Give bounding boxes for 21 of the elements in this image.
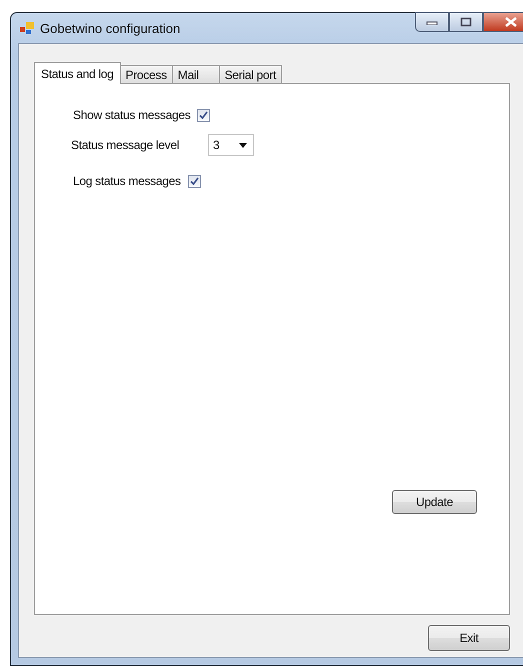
window-title: Gobetwino configuration xyxy=(40,20,180,36)
dropdown-arrow-icon xyxy=(239,142,247,148)
setting-label: Status message level xyxy=(71,138,180,152)
minimize-icon xyxy=(426,19,438,25)
minimize-button[interactable] xyxy=(415,12,449,32)
close-icon xyxy=(505,17,517,27)
exit-button[interactable]: Exit xyxy=(428,625,510,651)
tab[interactable]: Process xyxy=(120,65,173,83)
checkbox[interactable] xyxy=(188,174,201,188)
maximize-button[interactable] xyxy=(449,12,483,32)
update-button[interactable]: Update xyxy=(392,490,477,514)
checkbox[interactable] xyxy=(197,108,210,122)
tab[interactable]: Status and log xyxy=(34,62,121,84)
tab[interactable]: Mail xyxy=(172,65,220,83)
close-button[interactable] xyxy=(483,12,523,32)
maximize-icon xyxy=(460,17,472,27)
app-icon xyxy=(20,22,34,34)
setting-label: Show status messages xyxy=(73,108,190,122)
level-dropdown[interactable]: 3 xyxy=(208,134,254,156)
setting-label: Log status messages xyxy=(73,174,181,188)
tab[interactable]: Serial port xyxy=(218,65,282,83)
